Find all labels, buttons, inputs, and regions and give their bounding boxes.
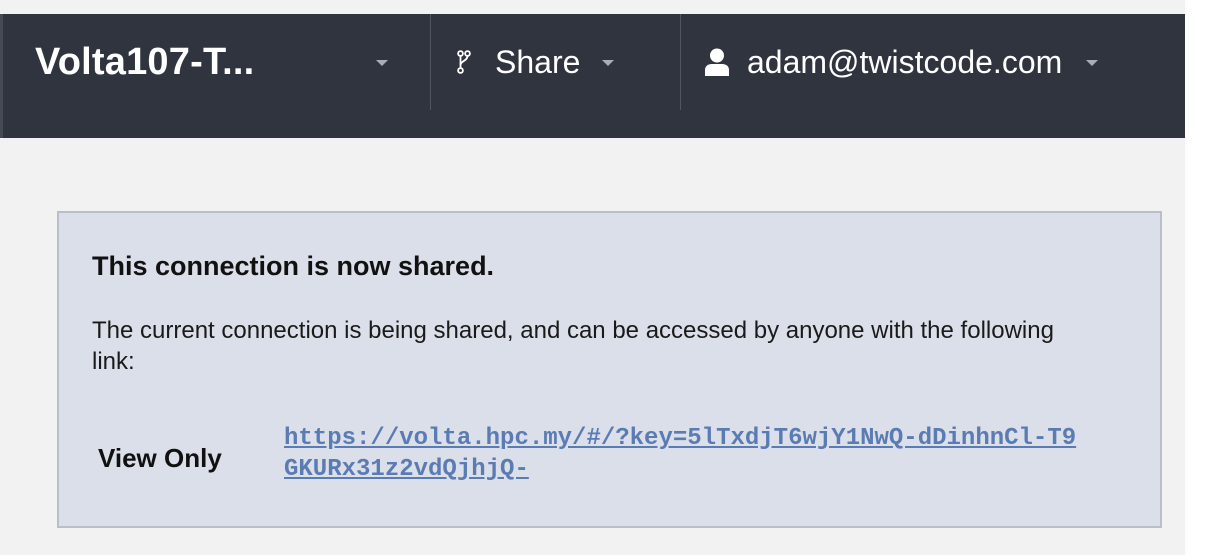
access-level-label: View Only	[98, 443, 222, 473]
top-menu-bar: Volta107-T... Share adam@twistcode.com	[0, 14, 1185, 138]
caret-down-icon	[1086, 60, 1099, 66]
user-email: adam@twistcode.com	[747, 43, 1063, 80]
user-menu[interactable]: adam@twistcode.com	[705, 14, 1099, 110]
notice-heading: This connection is now shared.	[92, 251, 495, 281]
menu-divider	[680, 14, 681, 110]
caret-down-icon	[602, 60, 615, 66]
menu-divider	[430, 14, 431, 110]
person-icon	[705, 48, 729, 76]
branch-icon	[457, 50, 471, 74]
share-link[interactable]: https://volta.hpc.my/#/?key=5lTxdjT6wjY1…	[284, 423, 1084, 485]
notice-message: The current connection is being shared, …	[92, 317, 1054, 375]
share-notice-panel: This connection is now shared. The curre…	[57, 211, 1162, 528]
connection-title: Volta107-T...	[35, 40, 255, 83]
share-menu-label: Share	[495, 43, 581, 80]
connection-menu[interactable]: Volta107-T...	[35, 14, 427, 110]
caret-down-icon	[376, 60, 388, 66]
share-menu[interactable]: Share	[457, 14, 615, 110]
